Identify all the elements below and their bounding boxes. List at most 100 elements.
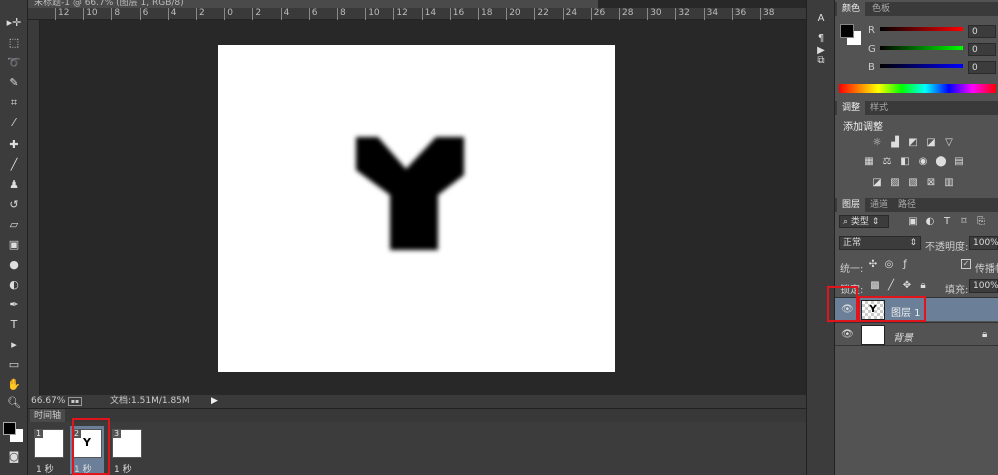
r-slider[interactable]	[880, 27, 963, 31]
marquee-tool-icon[interactable]: ⬚	[6, 36, 22, 50]
posterize-icon[interactable]: ▨	[889, 178, 901, 188]
type-tool-icon[interactable]: T	[6, 318, 22, 332]
actions-play-icon[interactable]: ▶	[815, 46, 827, 56]
frame-duration[interactable]: 1 秒	[36, 462, 54, 475]
tab-paths[interactable]: 路径	[893, 198, 921, 212]
foreground-color-swatch[interactable]	[3, 422, 16, 435]
zoom-tool-icon[interactable]: 🔍︎	[6, 396, 22, 410]
document-canvas[interactable]	[218, 45, 615, 372]
propagate-checkbox[interactable]: ✓	[961, 259, 971, 269]
tab-adjustments[interactable]: 调整	[837, 101, 866, 115]
history-panel-icon[interactable]: ⧉	[815, 56, 827, 66]
unify-position-icon[interactable]: ✣	[867, 260, 879, 270]
lasso-tool-icon[interactable]: ➰	[6, 56, 22, 70]
filter-pixel-icon[interactable]: ▣	[907, 217, 919, 227]
timeline-tab[interactable]: 时间轴	[30, 409, 66, 423]
ruler-label: 12	[393, 8, 408, 20]
g-value[interactable]: 0	[968, 43, 996, 56]
r-value[interactable]: 0	[968, 25, 996, 38]
quick-mask-icon[interactable]: ◙	[6, 450, 22, 464]
eraser-tool-icon[interactable]: ▱	[6, 218, 22, 232]
character-panel-icon[interactable]: A	[815, 14, 827, 24]
levels-icon[interactable]: ▟	[889, 138, 901, 148]
ruler-label: 6	[308, 8, 318, 20]
exposure-icon[interactable]: ◪	[925, 138, 937, 148]
gradient-tool-icon[interactable]: ▣	[6, 238, 22, 252]
blend-mode-select[interactable]: 正常 ⇕	[839, 236, 921, 250]
layer-highlight-box	[858, 296, 926, 322]
threshold-icon[interactable]: ▧	[907, 178, 919, 188]
move-tool-icon[interactable]: ▸✛	[6, 16, 22, 30]
document-tab[interactable]: 未标题-1 @ 66.7% (图层 1, RGB/8)	[28, 0, 598, 8]
path-select-tool-icon[interactable]: ▸	[6, 338, 22, 352]
layer-name[interactable]: 背景	[893, 329, 913, 344]
b-value[interactable]: 0	[968, 61, 996, 74]
ruler-label: 12	[55, 8, 69, 20]
tab-channels[interactable]: 通道	[865, 198, 893, 212]
filter-type-icon[interactable]: T	[941, 217, 953, 227]
dodge-tool-icon[interactable]: ◐	[6, 278, 22, 292]
ruler-label: 26	[590, 8, 605, 20]
filter-shape-icon[interactable]: ⌑	[958, 217, 970, 227]
lock-position-icon[interactable]: ✥	[901, 281, 913, 291]
hand-tool-icon[interactable]: ✋	[6, 378, 22, 392]
b-slider[interactable]	[880, 64, 963, 68]
color-balance-icon[interactable]: ⚖	[881, 157, 893, 167]
brush-tool-icon[interactable]: ╱	[6, 158, 22, 172]
curves-icon[interactable]: ◩	[907, 138, 919, 148]
ruler-label: 2	[196, 8, 205, 20]
quick-select-tool-icon[interactable]: ✎	[6, 76, 22, 90]
ruler-label: 10	[83, 8, 98, 20]
layer-row-background[interactable]: 👁︎ 背景 🔒︎	[835, 322, 998, 346]
g-slider[interactable]	[880, 46, 963, 50]
frame-number: 1	[34, 429, 44, 438]
visibility-eye-icon[interactable]: 👁︎	[841, 329, 854, 340]
vertical-ruler	[28, 20, 40, 395]
status-menu-arrow-icon[interactable]: ▶	[211, 395, 218, 408]
opacity-field[interactable]: 100%	[969, 236, 998, 250]
color-panel-tabs: 颜色 色板	[835, 2, 998, 16]
shape-tool-icon[interactable]: ▭	[6, 358, 22, 372]
gradient-map-icon[interactable]: ▥	[943, 178, 955, 188]
channel-mixer-icon[interactable]: ⬤	[935, 157, 947, 167]
lock-pixels-icon[interactable]: ╱	[885, 281, 897, 291]
pen-tool-icon[interactable]: ✒	[6, 298, 22, 312]
invert-icon[interactable]: ◪	[871, 178, 883, 188]
crop-tool-icon[interactable]: ⌗	[6, 96, 22, 110]
tab-layers[interactable]: 图层	[837, 198, 866, 212]
tab-styles[interactable]: 样式	[865, 101, 893, 115]
stamp-tool-icon[interactable]: ♟	[6, 178, 22, 192]
selective-color-icon[interactable]: ⊠	[925, 178, 937, 188]
history-brush-icon[interactable]: ↺	[6, 198, 22, 212]
lock-all-icon[interactable]: 🔒︎	[917, 281, 929, 291]
g-label: G	[868, 44, 876, 55]
vibrance-icon[interactable]: ▽	[943, 138, 955, 148]
timeline-frame-3[interactable]: 3 1 秒	[110, 426, 144, 475]
fill-field[interactable]: 100%	[969, 279, 998, 293]
timeline-frame-1[interactable]: 1 1 秒	[32, 426, 66, 475]
blur-tool-icon[interactable]: ●	[6, 258, 22, 272]
zoom-level[interactable]: 66.67%	[31, 395, 65, 408]
color-lookup-icon[interactable]: ▤	[953, 157, 965, 167]
healing-brush-icon[interactable]: ✚	[6, 138, 22, 152]
tab-color[interactable]: 颜色	[837, 2, 866, 16]
layer-filter-select[interactable]: ⌕ 类型 ⇕	[839, 215, 889, 228]
foreground-color[interactable]	[840, 24, 854, 38]
filter-smart-icon[interactable]: ⎘	[975, 217, 987, 227]
black-white-icon[interactable]: ◧	[899, 157, 911, 167]
frame-duration[interactable]: 1 秒	[114, 462, 132, 475]
eyedropper-tool-icon[interactable]: ⁄	[6, 116, 22, 130]
filter-adjustment-icon[interactable]: ◐	[924, 217, 936, 227]
status-preview-icon[interactable]: ▪▪	[68, 397, 82, 406]
hue-saturation-icon[interactable]: ▦	[863, 157, 875, 167]
lock-transparent-icon[interactable]: ▩	[869, 281, 881, 291]
unify-visibility-icon[interactable]: ◎	[883, 260, 895, 270]
ruler-label: 30	[647, 8, 662, 20]
brightness-icon[interactable]: ☼	[871, 138, 883, 148]
photo-filter-icon[interactable]: ◉	[917, 157, 929, 167]
unify-style-icon[interactable]: ƒ	[899, 260, 911, 270]
y-shape-artwork	[356, 137, 464, 250]
paragraph-panel-icon[interactable]: ¶	[815, 34, 827, 44]
tab-swatches[interactable]: 色板	[867, 2, 895, 16]
color-spectrum[interactable]	[839, 84, 996, 93]
